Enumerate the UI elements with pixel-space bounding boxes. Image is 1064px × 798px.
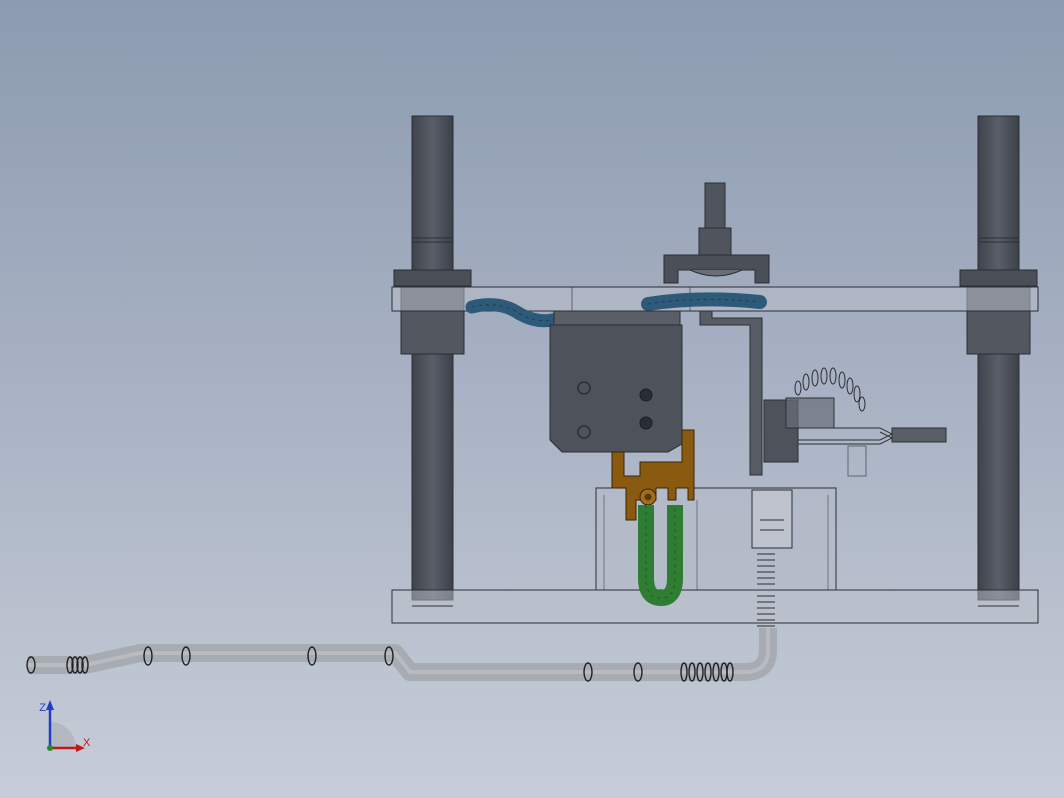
support-arm[interactable]	[699, 310, 763, 476]
axis-x-label: X	[83, 737, 91, 749]
coordinate-triad-icon: Z X	[39, 700, 91, 752]
cable-tube[interactable]	[26, 628, 777, 682]
axis-z-label: Z	[39, 702, 46, 714]
right-guide-column[interactable]	[959, 115, 1038, 601]
bolt-head	[639, 416, 653, 430]
top-cylinder[interactable]	[663, 182, 770, 284]
actuator-body[interactable]	[549, 310, 683, 453]
bolt-head	[639, 388, 653, 402]
feeder-mechanism[interactable]	[751, 367, 947, 549]
left-guide-column[interactable]	[393, 115, 472, 601]
cad-viewport[interactable]: Z X	[0, 0, 1064, 798]
base-plate[interactable]	[391, 589, 1039, 624]
